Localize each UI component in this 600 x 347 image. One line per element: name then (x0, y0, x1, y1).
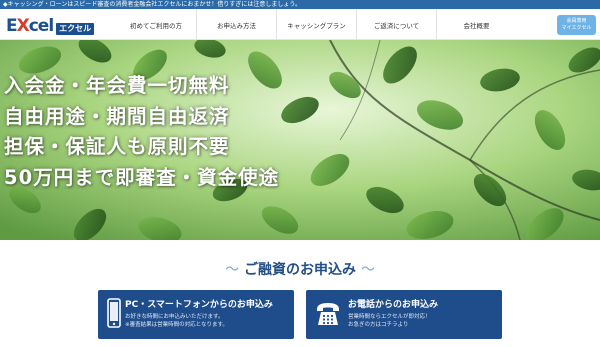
apply-phone-sub1: 営業時間ならエクセルが即対応！ (348, 314, 431, 320)
application-title-text: ご融資のお申込み (244, 262, 356, 278)
logo-wordmark: EXcel (6, 16, 54, 36)
nav-cashing-plan[interactable]: キャッシングプラン (276, 9, 356, 40)
apply-online-button[interactable]: PC・スマートフォンからのお申込み お好きな時間にお申込みいただけます。 ※審査… (98, 290, 294, 339)
nav-company[interactable]: 会社概要 (436, 9, 516, 40)
apply-online-sub2: ※審査結果は営業時間の対応となります。 (125, 322, 228, 328)
apply-online-sub1: お好きな時間にお申込みいただけます。 (125, 314, 224, 320)
top-notice-bar: ◆キャッシング・ローンはスピード審査の消費者金融会社エクセルにおまかせ！借りすぎ… (0, 0, 600, 9)
application-section-title: ～ ご融資のお申込み ～ (0, 259, 600, 279)
top-notice-text: ◆キャッシング・ローンはスピード審査の消費者金融会社エクセルにおまかせ！借りすぎ… (3, 1, 301, 8)
nav-repayment[interactable]: ご返済について (356, 9, 436, 40)
title-deco-right: ～ (360, 262, 375, 278)
hero-banner: 入会金・年会費一切無料 自由用途・期間自由返済 担保・保証人も原則不要 50万円… (0, 40, 600, 240)
hero-line-free-use: 自由用途・期間自由返済 (4, 104, 230, 128)
member-login-button[interactable]: 会員専用 マイエクセル (557, 15, 596, 35)
smartphone-icon (107, 298, 121, 332)
hero-line-no-fees: 入会金・年会費一切無料 (4, 74, 230, 97)
hero-line-quick-review: 50万円まで即審査・資金使途 (4, 165, 280, 189)
nav-first-time[interactable]: 初めてご利用の方 (116, 9, 196, 40)
member-button-line2: マイエクセル (561, 25, 592, 31)
hero-copy: 入会金・年会費一切無料 自由用途・期間自由返済 担保・保証人も原則不要 50万円… (4, 71, 279, 193)
apply-online-title: PC・スマートフォンからのお申込み (125, 300, 273, 310)
logo-kana: エクセル (56, 23, 95, 35)
site-header: EXcel エクセル 初めてご利用の方 お申込み方法 キャッシングプラン ご返済… (0, 9, 600, 40)
apply-phone-title: お電話からのお申込み (348, 300, 439, 310)
title-deco-left: ～ (225, 262, 240, 278)
site-logo[interactable]: EXcel エクセル (6, 15, 95, 36)
telephone-icon (314, 300, 342, 332)
member-button-line1: 会員専用 (566, 18, 587, 24)
apply-phone-sub2: お急ぎの方はコチラより (348, 322, 409, 328)
hero-line-no-collateral: 担保・保証人も原則不要 (4, 135, 230, 158)
apply-phone-button[interactable]: お電話からのお申込み 営業時間ならエクセルが即対応！ お急ぎの方はコチラより (306, 290, 502, 339)
nav-how-to-apply[interactable]: お申込み方法 (196, 9, 276, 40)
global-nav: 初めてご利用の方 お申込み方法 キャッシングプラン ご返済について 会社概要 (116, 9, 516, 40)
